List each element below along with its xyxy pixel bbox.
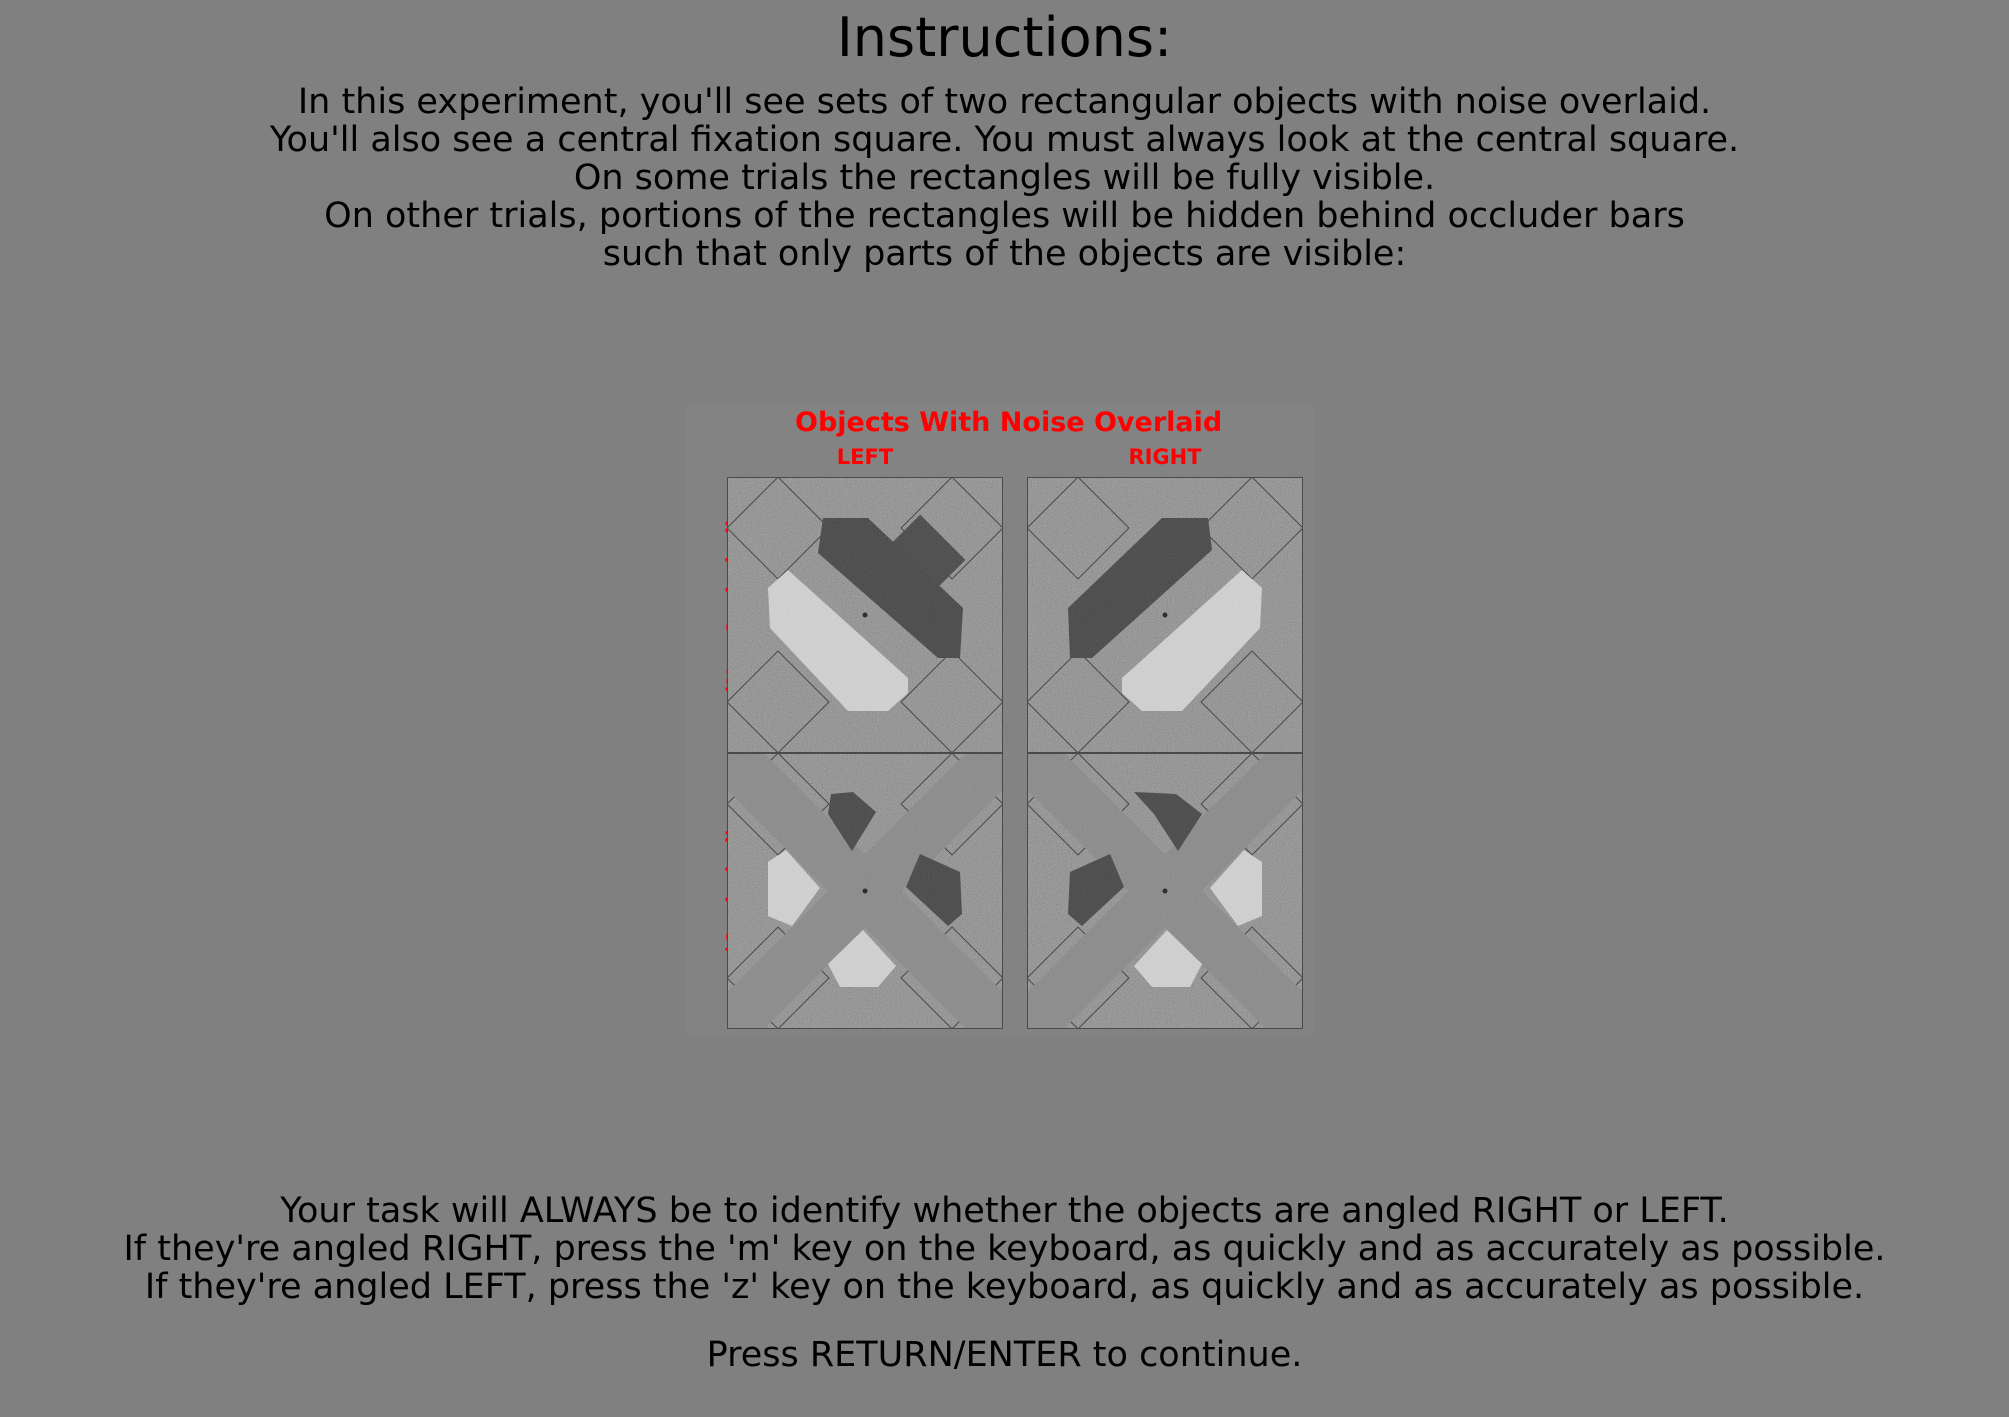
intro-line: On some trials the rectangles will be fu… — [573, 158, 1436, 198]
right-not-occluded-image — [1028, 478, 1302, 752]
task-line: If they're angled LEFT, press the 'z' ke… — [144, 1267, 1865, 1307]
intro-instructions: In this experiment, you'll see sets of t… — [0, 83, 2009, 273]
panel-left-not-occluded — [727, 477, 1003, 753]
left-occluded-image — [728, 754, 1002, 1028]
task-instructions: Your task will ALWAYS be to identify whe… — [0, 1192, 2009, 1306]
panel-right-not-occluded — [1027, 477, 1303, 753]
task-line: If they're angled RIGHT, press the 'm' k… — [123, 1229, 1886, 1269]
right-occluded-image — [1028, 754, 1302, 1028]
figure-title: Objects With Noise Overlaid — [795, 407, 1223, 438]
intro-line: You'll also see a central fixation squar… — [269, 120, 1740, 160]
intro-line: such that only parts of the objects are … — [602, 234, 1407, 274]
panel-right-occluded — [1027, 753, 1303, 1029]
instruction-screen: Instructions: In this experiment, you'll… — [0, 0, 2009, 1417]
panel-left-occluded — [727, 753, 1003, 1029]
left-not-occluded-image — [728, 478, 1002, 752]
task-line: Your task will ALWAYS be to identify whe… — [280, 1191, 1729, 1231]
page-title: Instructions: — [836, 6, 1173, 69]
column-label-right: RIGHT — [1128, 445, 1202, 469]
continue-prompt: Press RETURN/ENTER to continue. — [706, 1335, 1303, 1375]
column-label-left: LEFT — [836, 445, 894, 469]
example-figure: Objects With Noise Overlaid LEFT RIGHT (… — [685, 405, 1315, 1035]
intro-line: On other trials, portions of the rectang… — [324, 196, 1685, 236]
intro-line: In this experiment, you'll see sets of t… — [297, 82, 1712, 122]
